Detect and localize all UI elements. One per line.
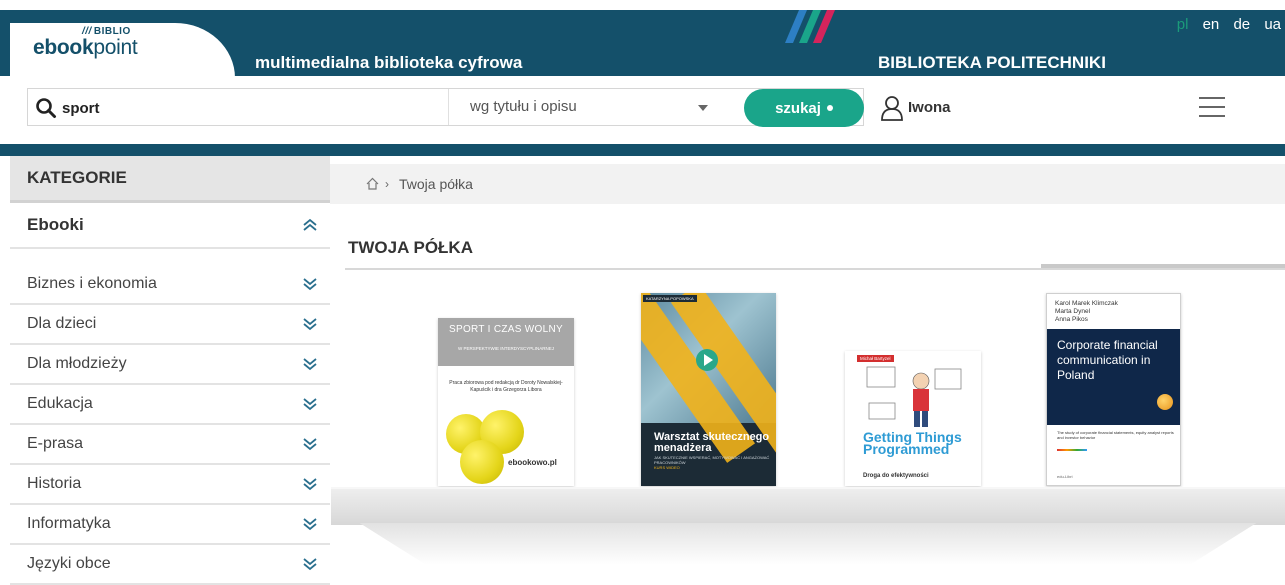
sidebar-item-e-prasa[interactable]: E-prasa	[10, 425, 330, 465]
programmer-illustration-icon	[866, 366, 962, 427]
sidebar-item-dla-mlodziezy[interactable]: Dla młodzieży	[10, 345, 330, 385]
breadcrumb-separator-icon: ›	[385, 177, 389, 191]
book-author: KATARZYNA POPOWSKA	[643, 295, 697, 302]
book-cover-corporate-financial-communication[interactable]: Karol Marek Klimczak Marta Dynel Anna Pi…	[1046, 293, 1181, 486]
sidebar-section-ebooki[interactable]: Ebooki	[10, 203, 330, 249]
book-subtitle: W PERSPEKTYWIE INTERDYSCYPLINARNEJ	[457, 346, 555, 351]
book-subtitle: The study of corporate financial stateme…	[1057, 430, 1174, 440]
search-row: wg tytułu i opisu szukaj Iwona	[0, 76, 1285, 156]
category-list: Biznes i ekonomia Dla dzieci Dla młodzie…	[10, 265, 330, 585]
sidebar-item-biznes[interactable]: Biznes i ekonomia	[10, 265, 330, 305]
bookshelf	[331, 487, 1285, 525]
search-button[interactable]: szukaj	[744, 89, 864, 127]
breadcrumb	[330, 164, 1285, 204]
book-publisher: edu-Libri	[1057, 474, 1073, 479]
book-cover-sport-i-czas-wolny[interactable]: SPORT I CZAS WOLNY W PERSPEKTYWIE INTERD…	[438, 318, 574, 486]
book-title: Corporate financial communication in Pol…	[1057, 338, 1158, 382]
sidebar-item-edukacja[interactable]: Edukacja	[10, 385, 330, 425]
book-authors: Karol Marek Klimczak Marta Dynel Anna Pi…	[1055, 300, 1118, 323]
book-title: SPORT I CZAS WOLNY	[449, 324, 563, 335]
tennis-ball-icon	[460, 440, 504, 484]
library-name: BIBLIOTEKA POLITECHNIKI	[878, 53, 1106, 72]
lang-de[interactable]: de	[1233, 16, 1250, 33]
search-divider	[448, 89, 449, 125]
chevron-double-down-icon[interactable]	[302, 276, 318, 292]
play-icon	[696, 349, 718, 371]
lang-en[interactable]: en	[1203, 16, 1220, 33]
user-icon[interactable]	[880, 95, 904, 121]
chevron-double-down-icon[interactable]	[302, 516, 318, 532]
book-author: Michał Bartyzel	[857, 355, 894, 362]
book-cover-getting-things-programmed[interactable]: Michał Bartyzel Getting Things Programme…	[845, 351, 981, 486]
hamburger-menu-icon[interactable]	[1199, 97, 1225, 119]
language-switcher: pl en de ua	[1167, 16, 1281, 33]
chevron-double-down-icon[interactable]	[302, 436, 318, 452]
sidebar-item-historia[interactable]: Historia	[10, 465, 330, 505]
color-bar	[1057, 449, 1087, 451]
chevron-double-down-icon[interactable]	[302, 556, 318, 572]
sidebar-item-informatyka[interactable]: Informatyka	[10, 505, 330, 545]
sidebar-header: KATEGORIE	[10, 156, 330, 203]
bookshelf-shadow	[359, 523, 1257, 565]
sidebar-item-jezyki-obce[interactable]: Języki obce	[10, 545, 330, 585]
book-cover-warsztat-skutecznego-menadzera[interactable]: KATARZYNA POPOWSKA Warsztat skutecznego …	[641, 293, 776, 486]
page-title: TWOJA PÓŁKA	[348, 238, 473, 257]
site-tagline: multimedialna biblioteka cyfrowa	[255, 53, 523, 72]
book-title: Getting Things Programmed	[863, 429, 962, 457]
book-title: Warsztat skutecznego menadżera	[654, 431, 770, 454]
orb-icon	[1157, 394, 1173, 410]
book-subtitle: Droga do efektywności	[863, 473, 929, 479]
dot-icon	[826, 105, 833, 111]
lang-pl[interactable]: pl	[1177, 16, 1189, 33]
logo[interactable]: ebookpoint	[33, 36, 138, 60]
breadcrumb-current: Twoja półka	[399, 176, 473, 192]
chevron-double-down-icon[interactable]	[302, 316, 318, 332]
category-sidebar: KATEGORIE Ebooki Biznes i ekonomia Dla d…	[10, 156, 330, 585]
chevron-double-up-icon[interactable]	[302, 217, 318, 233]
brand-stripes-icon	[785, 10, 835, 43]
chevron-double-down-icon[interactable]	[302, 356, 318, 372]
search-input[interactable]	[60, 91, 444, 125]
book-subtitle: JAK SKUTECZNIE WSPIERAĆ, MOTYWOWAĆ I ANG…	[654, 455, 770, 470]
sidebar-item-dla-dzieci[interactable]: Dla dzieci	[10, 305, 330, 345]
chevron-double-down-icon[interactable]	[302, 396, 318, 412]
chevron-down-icon[interactable]	[698, 105, 708, 111]
title-divider	[345, 268, 1285, 270]
site-header: ///BIBLIO ebookpoint multimedialna bibli…	[0, 0, 1285, 78]
search-mode-select[interactable]: wg tytułu i opisu	[470, 98, 577, 115]
user-name[interactable]: Iwona	[908, 99, 951, 116]
lang-ua[interactable]: ua	[1264, 16, 1281, 33]
book-editors: Praca zbiorowa pod redakcją dr Doroty No…	[449, 380, 563, 393]
book-brand: ebookowo.pl	[508, 458, 557, 467]
search-icon[interactable]	[35, 97, 57, 119]
home-icon[interactable]	[366, 177, 379, 190]
title-divider-accent	[1041, 264, 1285, 268]
chevron-double-down-icon[interactable]	[302, 476, 318, 492]
